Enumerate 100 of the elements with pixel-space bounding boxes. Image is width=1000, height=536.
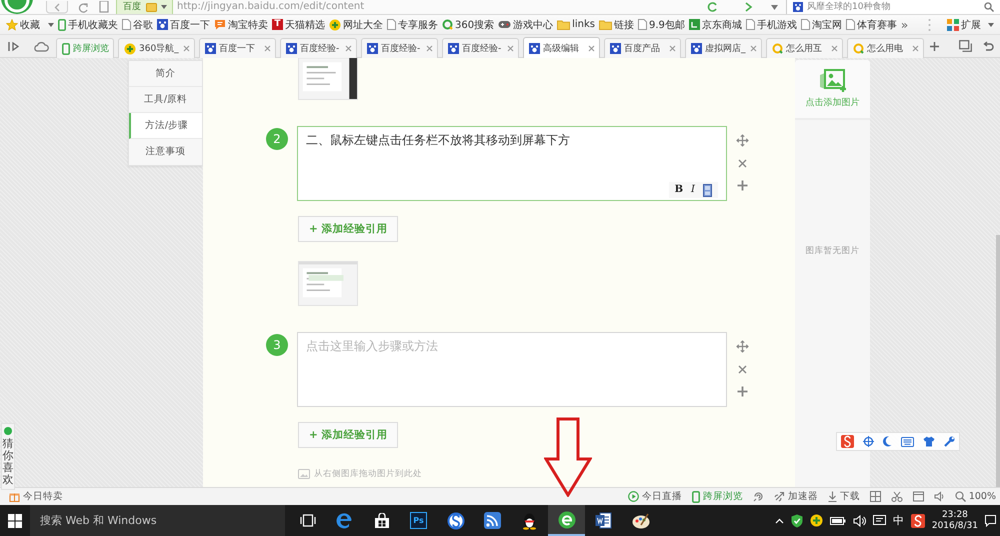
close-icon[interactable] [738, 365, 747, 374]
step-input[interactable]: 二、鼠标左键点击任务栏不放将其移动到屏幕下方 B I [297, 126, 727, 201]
taskbar-app-button[interactable] [548, 505, 585, 536]
bookmark-link[interactable]: 网址大全 [329, 18, 383, 32]
crosshair-icon[interactable] [863, 436, 874, 447]
caret-icon[interactable] [771, 4, 778, 10]
close-icon[interactable] [669, 45, 676, 52]
wrench-icon[interactable] [944, 436, 955, 447]
download-icon [828, 491, 837, 502]
bookmark-link[interactable]: 淘宝特卖 [214, 18, 268, 32]
browser-tab[interactable]: 虚拟网店_ [685, 38, 762, 58]
message-icon[interactable] [872, 514, 886, 526]
paw-icon [793, 2, 803, 12]
outline-item[interactable]: 简介 [129, 61, 202, 87]
close-icon[interactable] [588, 44, 595, 52]
italic-button[interactable]: I [691, 183, 695, 197]
bookmark-link[interactable]: T 天猫精选 [272, 18, 325, 32]
input-mode-indicator[interactable]: 中 [892, 513, 904, 528]
browser-tab[interactable]: 百度产品 [604, 38, 681, 58]
grid-icon[interactable] [870, 491, 881, 502]
close-icon[interactable] [831, 45, 838, 52]
move-icon[interactable] [736, 134, 749, 147]
more-bookmarks-button[interactable]: » [900, 18, 908, 30]
folder-icon [557, 20, 570, 30]
close-icon[interactable] [738, 159, 747, 168]
taskbar-app-button[interactable]: Ps [400, 505, 437, 536]
new-tab-icon[interactable] [929, 40, 940, 52]
sidebar-toggle-icon[interactable] [8, 40, 20, 52]
close-icon[interactable] [264, 45, 271, 52]
speaker-icon[interactable] [852, 514, 866, 526]
palette-icon [632, 512, 650, 528]
bookmark-link[interactable]: links [557, 19, 595, 30]
add-icon[interactable] [737, 180, 748, 191]
extensions-button[interactable]: 扩展 [947, 18, 994, 32]
scissors-icon[interactable] [890, 491, 903, 502]
close-icon[interactable] [750, 45, 757, 52]
square-logo-icon [688, 19, 700, 30]
browser-tab[interactable]: 360导航_ [118, 38, 195, 58]
image-icon[interactable] [703, 184, 712, 196]
bookmark-link[interactable]: 京东商城 [688, 18, 742, 32]
browser-tab[interactable]: 百度经验- [361, 38, 438, 58]
close-icon[interactable] [507, 45, 514, 52]
bookmark-link[interactable]: 手机游戏 [746, 18, 797, 32]
browser-tab[interactable]: 百度经验- [280, 38, 357, 58]
caret-icon[interactable] [48, 22, 54, 26]
search-field[interactable]: 风靡全球的10种食物 [786, 0, 1000, 14]
browser-tab[interactable]: 高级编辑 [523, 37, 600, 58]
bookmark-link[interactable]: 体育赛事 [846, 18, 897, 32]
cloud-icon[interactable] [33, 40, 49, 52]
browser-tab[interactable]: 百度一下 [199, 38, 276, 58]
bookmark-link[interactable]: 专享服务 [387, 18, 438, 32]
ime-logo-icon[interactable] [910, 514, 925, 528]
bookmark-link[interactable]: 链接 [599, 18, 634, 32]
restore-tabs-icon[interactable] [959, 40, 972, 52]
browser-tab[interactable]: 百度经验- [442, 38, 519, 58]
add-icon[interactable] [737, 386, 748, 397]
plus-circle-icon[interactable] [810, 514, 823, 527]
scrollbar-thumb[interactable] [996, 235, 1000, 487]
bookmark-link[interactable]: 游戏中心 [498, 18, 554, 32]
bookmark-link[interactable]: 百度一下 [157, 18, 210, 32]
browser-icon [558, 510, 576, 528]
moon-icon[interactable] [883, 436, 892, 447]
download-button[interactable]: 下载 [828, 490, 860, 503]
browser-tab[interactable]: 怎么用互 [766, 38, 843, 58]
recommend-tab[interactable]: 猜你喜欢 [1, 423, 15, 490]
battery-icon[interactable] [830, 516, 846, 524]
outline-item[interactable]: 注意事项 [129, 139, 202, 165]
keyboard-icon[interactable] [901, 436, 914, 446]
clock[interactable]: 23:28 2016/8/31 [932, 510, 978, 532]
bookmark-link[interactable]: 淘宝网 [800, 18, 842, 32]
move-icon[interactable] [736, 340, 749, 353]
browser-tab[interactable]: 怎么用电 [847, 38, 924, 58]
close-icon[interactable] [426, 45, 433, 52]
live-button[interactable]: 今日直播 [628, 490, 682, 503]
close-icon[interactable] [912, 45, 919, 52]
deals-link[interactable]: 今日特卖 [9, 490, 63, 503]
shield-icon[interactable] [790, 514, 803, 528]
caret-icon [161, 5, 167, 9]
bookmark-link[interactable]: 谷歌 [122, 18, 153, 32]
bookmark-link[interactable]: 9.9包邮 [638, 18, 685, 32]
page-icon [387, 19, 396, 30]
bold-button[interactable]: B [674, 183, 684, 197]
zoom-button[interactable]: 100% [954, 491, 996, 502]
bookmark-link[interactable]: 360搜索 [442, 18, 494, 32]
undo-icon[interactable] [982, 40, 994, 52]
reload-icon[interactable] [707, 2, 719, 12]
notification-icon[interactable] [985, 514, 996, 526]
window-icon[interactable] [912, 491, 924, 502]
outline-item[interactable]: 方法/步骤 [129, 113, 202, 139]
shirt-icon[interactable] [923, 436, 935, 447]
bookmark-link[interactable]: 手机收藏夹 [58, 18, 118, 32]
taskbar-search-field[interactable]: 搜索 Web 和 Windows [30, 505, 285, 536]
chevron-up-icon[interactable] [774, 518, 784, 524]
accelerator-button[interactable]: 加速器 [774, 490, 818, 503]
close-icon[interactable] [183, 45, 190, 52]
bookmark-link[interactable]: 收藏 [6, 18, 54, 32]
search-engine-button[interactable]: 百度 [116, 0, 173, 14]
search-icon[interactable] [984, 2, 994, 12]
close-icon[interactable] [345, 45, 352, 52]
swirl-icon[interactable] [752, 491, 764, 502]
